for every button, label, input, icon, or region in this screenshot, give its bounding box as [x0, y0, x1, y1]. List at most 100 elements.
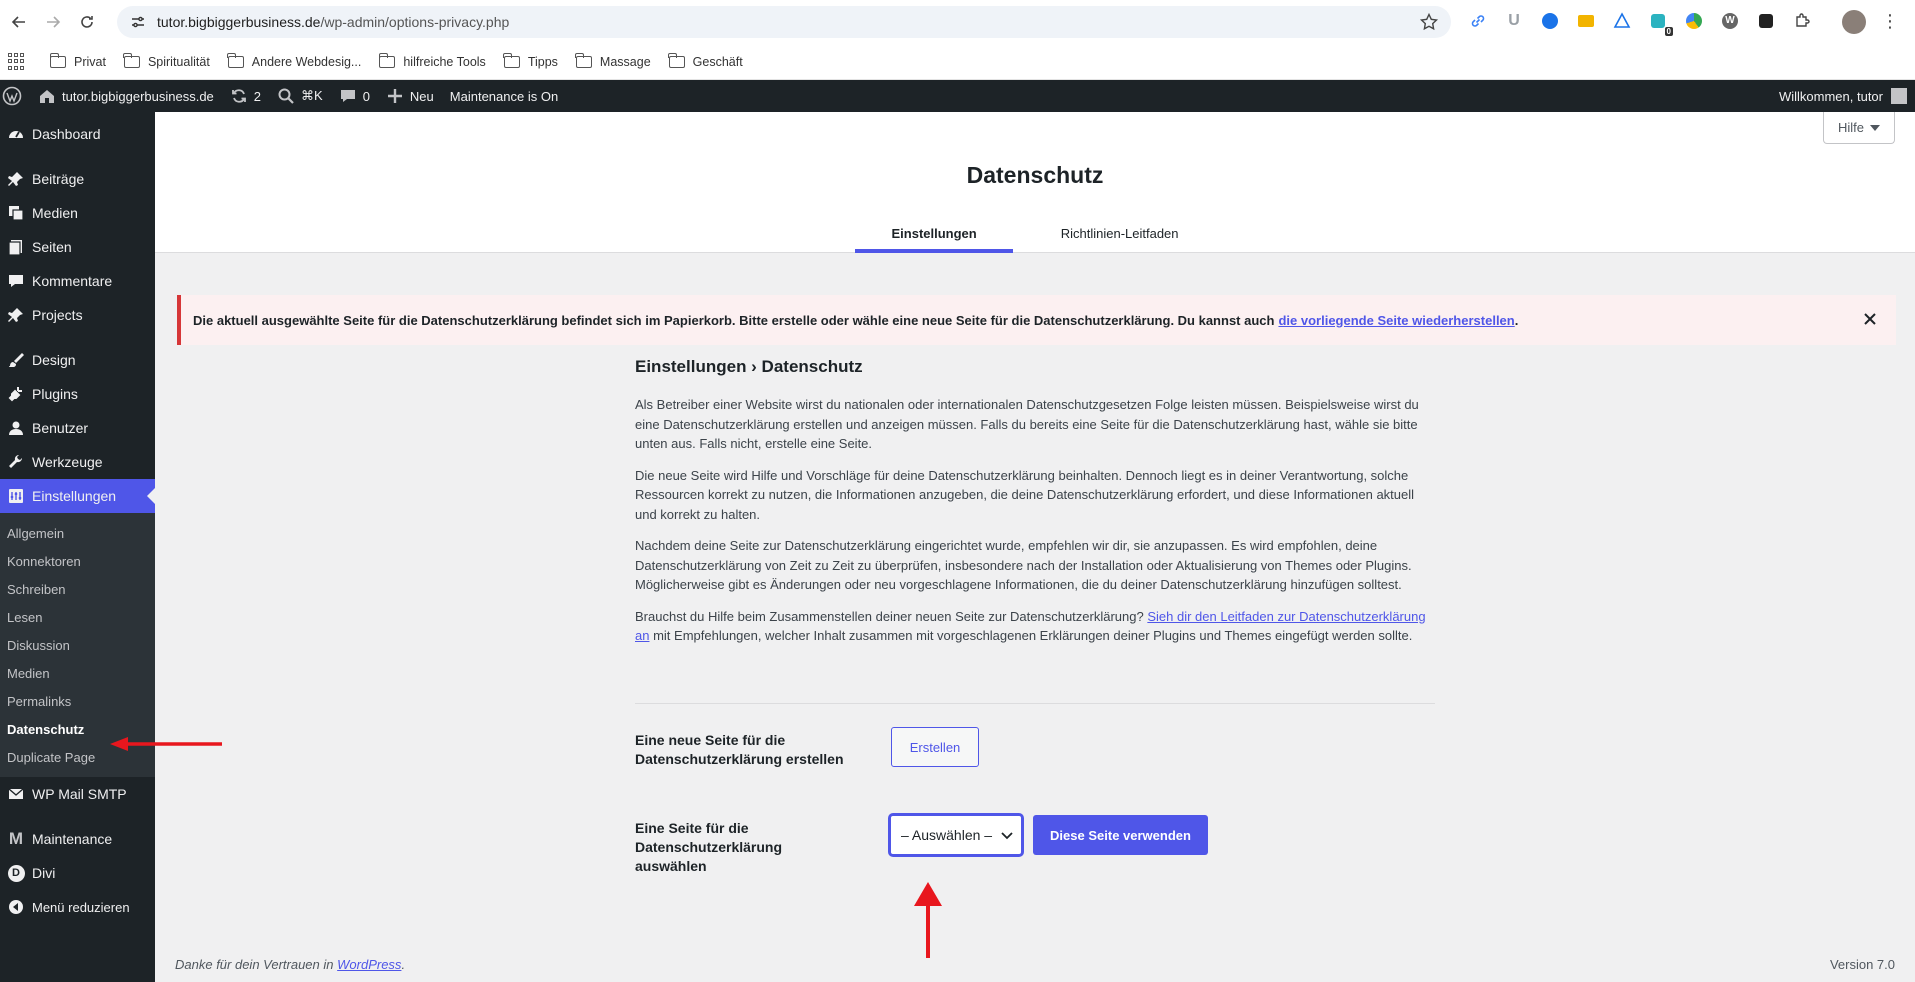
folder-icon	[123, 52, 140, 68]
link-extension-icon[interactable]	[1465, 8, 1491, 34]
wrench-icon	[6, 452, 26, 472]
sidebar-item-benutzer[interactable]: Benutzer	[0, 411, 155, 445]
green-extension-icon[interactable]	[1681, 8, 1707, 34]
submenu-item-allgemein[interactable]: Allgemein	[0, 519, 155, 547]
wordpress-link[interactable]: WordPress	[337, 957, 401, 972]
page-select-dropdown[interactable]: – Auswählen –	[889, 814, 1023, 856]
user-icon	[6, 418, 26, 438]
u-extension-icon[interactable]: U	[1501, 8, 1527, 34]
bookmark-folder[interactable]: hilfreiche Tools	[378, 52, 486, 69]
pages-icon	[6, 237, 26, 257]
sidebar-item-projects[interactable]: Projects	[0, 298, 155, 332]
plus-icon	[386, 87, 404, 105]
sidebar-item-werkzeuge[interactable]: Werkzeuge	[0, 445, 155, 479]
user-avatar	[1891, 88, 1907, 104]
home-icon	[38, 87, 56, 105]
annotation-arrow-left	[110, 737, 222, 751]
comments-link[interactable]: 0	[331, 80, 378, 112]
intro-paragraph-4: Brauchst du Hilfe beim Zusammenstellen d…	[635, 608, 1426, 644]
sidebar-item-plugins[interactable]: Plugins	[0, 377, 155, 411]
bookmark-folder[interactable]: Privat	[49, 52, 106, 69]
help-button[interactable]: Hilfe	[1822, 112, 1895, 144]
sidebar-item-maintenance[interactable]: M Maintenance	[0, 822, 155, 856]
extensions-row: U 0 W	[1465, 8, 1815, 36]
bookmark-star-icon[interactable]	[1419, 12, 1439, 32]
notice-text: Die aktuell ausgewählte Seite für die Da…	[193, 312, 1275, 328]
create-page-label: Eine neue Seite für die Datenschutzerklä…	[635, 732, 844, 767]
sidebar-item-kommentare[interactable]: Kommentare	[0, 264, 155, 298]
create-button[interactable]: Erstellen	[891, 727, 979, 767]
reload-icon[interactable]	[72, 7, 102, 37]
new-content-link[interactable]: Neu	[378, 80, 442, 112]
collapse-icon	[6, 897, 26, 917]
forward-icon[interactable]	[38, 7, 68, 37]
apps-grid-icon[interactable]	[8, 52, 26, 71]
sidebar-item-design[interactable]: Design	[0, 343, 155, 377]
comment-icon	[339, 87, 357, 105]
sidebar-item-beitraege[interactable]: Beiträge	[0, 162, 155, 196]
profile-avatar[interactable]	[1842, 10, 1866, 34]
collapse-menu-button[interactable]: Menü reduzieren	[0, 890, 155, 924]
caret-down-icon	[1870, 124, 1880, 131]
tab-einstellungen[interactable]: Einstellungen	[855, 218, 1013, 253]
folder-icon	[575, 52, 592, 68]
bookmark-folder[interactable]: Geschäft	[668, 52, 743, 69]
address-bar[interactable]: tutor.bigbiggerbusiness.de/wp-admin/opti…	[117, 6, 1451, 38]
chrome-menu-icon[interactable]: ⋮	[1880, 12, 1900, 32]
dismiss-notice-icon[interactable]	[1862, 311, 1878, 327]
admin-sidebar: Dashboard Beiträge Medien Seiten Komment…	[0, 112, 155, 982]
badge-extension-icon[interactable]: 0	[1645, 8, 1673, 36]
folder-icon	[227, 52, 244, 68]
footer-version: Version 7.0	[1829, 957, 1895, 972]
sidebar-item-einstellungen[interactable]: Einstellungen	[0, 479, 155, 513]
bookmark-folder[interactable]: Tipps	[503, 52, 558, 69]
page-title: Datenschutz	[966, 162, 1104, 188]
privacy-tabs: Einstellungen Richtlinien-Leitfaden	[155, 218, 1915, 253]
divider	[635, 703, 1435, 704]
restore-page-link[interactable]: die vorliegende Seite wiederherstellen	[1278, 313, 1514, 328]
site-settings-icon[interactable]	[123, 7, 153, 37]
submenu-item-medien[interactable]: Medien	[0, 659, 155, 687]
submenu-item-permalinks[interactable]: Permalinks	[0, 687, 155, 715]
triangle-extension-icon[interactable]	[1609, 8, 1635, 34]
sidebar-item-medien[interactable]: Medien	[0, 196, 155, 230]
site-name-link[interactable]: tutor.bigbiggerbusiness.de	[30, 80, 222, 112]
account-menu[interactable]: Willkommen, tutor	[1779, 80, 1907, 112]
command-palette-link[interactable]: ⌘K	[269, 80, 331, 112]
sidebar-item-dashboard[interactable]: Dashboard	[0, 117, 155, 151]
wordpress-extension-icon[interactable]: W	[1717, 8, 1743, 34]
folder-icon	[668, 52, 685, 68]
sidebar-item-wp-mail-smtp[interactable]: WP Mail SMTP	[0, 777, 155, 811]
yellow-extension-icon[interactable]	[1573, 8, 1599, 34]
updates-link[interactable]: 2	[222, 80, 269, 112]
submenu-item-schreiben[interactable]: Schreiben	[0, 575, 155, 603]
blue-circle-extension-icon[interactable]	[1537, 8, 1563, 34]
back-icon[interactable]	[4, 7, 34, 37]
sidebar-item-seiten[interactable]: Seiten	[0, 230, 155, 264]
error-notice: Die aktuell ausgewählte Seite für die Da…	[177, 295, 1896, 345]
bookmark-folder[interactable]: Andere Webdesig...	[227, 52, 361, 69]
submenu-item-diskussion[interactable]: Diskussion	[0, 631, 155, 659]
bookmarks-bar: Privat Spiritualität Andere Webdesig... …	[0, 44, 1915, 80]
search-icon	[277, 87, 295, 105]
wordpress-logo-icon[interactable]	[0, 80, 30, 112]
bookmark-folder[interactable]: Massage	[575, 52, 651, 69]
maintenance-status-link[interactable]: Maintenance is On	[442, 80, 566, 112]
use-this-page-button[interactable]: Diese Seite verwenden	[1033, 815, 1208, 855]
privacy-settings-section: Einstellungen › Datenschutz Als Betreibe…	[635, 357, 1435, 658]
intro-paragraph-3: Nachdem deine Seite zur Datenschutzerklä…	[635, 538, 1412, 592]
url-text: tutor.bigbiggerbusiness.de/wp-admin/opti…	[157, 14, 510, 30]
submenu-item-lesen[interactable]: Lesen	[0, 603, 155, 631]
folder-icon	[378, 52, 396, 68]
tab-richtlinien-leitfaden[interactable]: Richtlinien-Leitfaden	[1025, 218, 1215, 253]
sidebar-item-divi[interactable]: D Divi	[0, 856, 155, 890]
footer-thanks: Danke für dein Vertrauen in WordPress.	[175, 957, 406, 972]
black-extension-icon[interactable]	[1753, 8, 1779, 34]
dashboard-icon	[6, 124, 26, 144]
submenu-item-konnektoren[interactable]: Konnektoren	[0, 547, 155, 575]
main-content: Hilfe Datenschutz Einstellungen Richtlin…	[155, 112, 1915, 982]
pin-icon	[6, 169, 26, 189]
plug-icon	[6, 384, 26, 404]
puzzle-extensions-icon[interactable]	[1789, 8, 1815, 34]
bookmark-folder[interactable]: Spiritualität	[123, 52, 210, 69]
